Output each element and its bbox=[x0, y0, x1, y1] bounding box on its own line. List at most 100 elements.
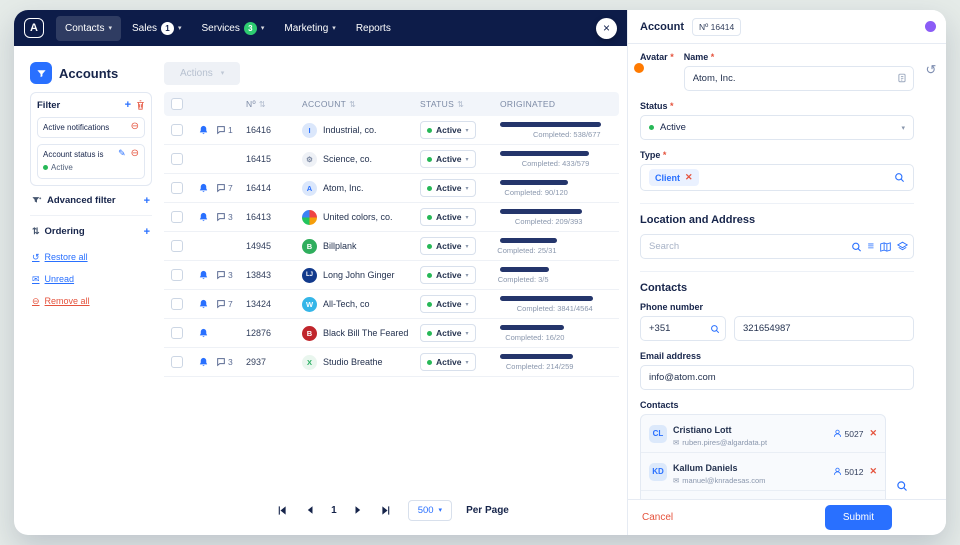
filter-chip-notifications[interactable]: Active notifications ⊖ bbox=[37, 117, 145, 139]
status-dropdown[interactable]: Active ▾ bbox=[420, 353, 476, 371]
contact-row[interactable]: KD Kallum Daniels ✉ manuel@knradesas.com … bbox=[641, 453, 885, 491]
history-undo-icon[interactable]: ↺ bbox=[926, 62, 937, 78]
table-row[interactable]: 16415 ⚙ Science, co. Active ▾ Completed: 4… bbox=[164, 145, 619, 174]
notification-bell-icon[interactable] bbox=[190, 328, 216, 339]
contact-row[interactable]: CL Cristiano Lott ✉ ruben.pires@algardata… bbox=[641, 415, 885, 453]
trash-icon[interactable] bbox=[136, 100, 145, 110]
account-number: 13424 bbox=[246, 299, 272, 309]
chat-count: 1 bbox=[228, 125, 233, 135]
table-row[interactable]: 14945 B Billplank Active ▾ Completed: 25/3… bbox=[164, 232, 619, 261]
remove-contact-icon[interactable]: ✕ bbox=[869, 466, 877, 477]
remove-filter-icon[interactable]: ⊖ bbox=[131, 149, 139, 159]
nav-item-marketing[interactable]: Marketing ▾ bbox=[275, 16, 344, 41]
row-checkbox[interactable] bbox=[171, 124, 183, 136]
chat-icon[interactable]: 7 bbox=[216, 183, 246, 193]
notification-bell-icon[interactable] bbox=[190, 270, 216, 281]
chat-icon[interactable]: 3 bbox=[216, 212, 246, 222]
prev-page-button[interactable] bbox=[303, 503, 317, 517]
chat-icon[interactable]: 1 bbox=[216, 125, 246, 135]
remove-tag-icon[interactable]: ✕ bbox=[685, 172, 693, 183]
panel-side-rail: ↺ bbox=[916, 44, 946, 499]
nav-item-reports[interactable]: Reports bbox=[347, 16, 400, 41]
search-contacts-icon[interactable] bbox=[890, 414, 914, 499]
status-dropdown[interactable]: Active ▾ bbox=[420, 121, 476, 139]
add-advanced-filter-button[interactable]: + bbox=[144, 195, 150, 207]
add-ordering-button[interactable]: + bbox=[144, 226, 150, 238]
submit-button[interactable]: Submit bbox=[824, 505, 892, 530]
user-presence-avatar[interactable] bbox=[925, 21, 936, 32]
notification-bell-icon[interactable] bbox=[190, 212, 216, 223]
row-checkbox[interactable] bbox=[171, 269, 183, 281]
next-page-button[interactable] bbox=[351, 503, 365, 517]
row-checkbox[interactable] bbox=[171, 298, 183, 310]
type-field[interactable]: Client ✕ bbox=[640, 164, 914, 191]
filter-chip-status[interactable]: Account status is Active ✎ ⊖ bbox=[37, 144, 145, 179]
search-icon[interactable] bbox=[851, 241, 862, 252]
status-dropdown[interactable]: Active ▾ bbox=[420, 295, 476, 313]
status-dropdown[interactable]: Active ▾ bbox=[420, 324, 476, 342]
search-icon[interactable] bbox=[894, 172, 905, 183]
name-input[interactable] bbox=[683, 66, 914, 91]
table-row[interactable]: 3 2937 X Studio Breathe Active ▾ Completed… bbox=[164, 348, 619, 377]
unread-link[interactable]: ✉ Unread bbox=[32, 274, 152, 285]
row-checkbox[interactable] bbox=[171, 182, 183, 194]
nav-item-services[interactable]: Services 3 ▾ bbox=[193, 15, 274, 42]
app-logo-icon[interactable]: A bbox=[24, 18, 44, 38]
table-row[interactable]: 7 16414 A Atom, Inc. Active ▾ Completed: 9… bbox=[164, 174, 619, 203]
restore-all-link[interactable]: ↺ Restore all bbox=[32, 252, 152, 263]
status-dropdown[interactable]: Active ▾ bbox=[420, 237, 476, 255]
last-page-button[interactable] bbox=[379, 503, 394, 518]
table-row[interactable]: 3 13843 LJ Long John Ginger Active ▾ Compl… bbox=[164, 261, 619, 290]
table-row[interactable]: 3 16413 United colors, co. Active ▾ Compl… bbox=[164, 203, 619, 232]
row-checkbox[interactable] bbox=[171, 153, 183, 165]
contact-row[interactable]: BJ Barney Juarez ✉anasantos@multialterna… bbox=[641, 491, 885, 499]
per-page-select[interactable]: 500 ▾ bbox=[407, 499, 453, 521]
edit-filter-icon[interactable]: ✎ bbox=[118, 149, 126, 158]
row-checkbox[interactable] bbox=[171, 211, 183, 223]
status-select[interactable]: Active ▾ bbox=[640, 115, 914, 140]
table-row[interactable]: 1 16416 I Industrial, co. Active ▾ Complet… bbox=[164, 116, 619, 145]
sort-icon[interactable]: ⇅ bbox=[349, 100, 356, 109]
sort-icon[interactable]: ⇅ bbox=[259, 100, 266, 109]
row-checkbox[interactable] bbox=[171, 327, 183, 339]
remove-contact-icon[interactable]: ✕ bbox=[869, 428, 877, 439]
nav-item-contacts[interactable]: Contacts ▾ bbox=[56, 15, 121, 41]
select-all-checkbox[interactable] bbox=[171, 98, 183, 110]
status-dropdown[interactable]: Active ▾ bbox=[420, 208, 476, 226]
status-dropdown[interactable]: Active ▾ bbox=[420, 179, 476, 197]
status-dropdown[interactable]: Active ▾ bbox=[420, 150, 476, 168]
nav-label: Reports bbox=[355, 22, 391, 34]
chat-icon[interactable]: 3 bbox=[216, 270, 246, 280]
status-dropdown[interactable]: Active ▾ bbox=[420, 266, 476, 284]
ordering-row[interactable]: ⇅ Ordering + bbox=[30, 214, 152, 240]
row-checkbox[interactable] bbox=[171, 356, 183, 368]
first-page-button[interactable] bbox=[274, 503, 289, 518]
chevron-down-icon: ▾ bbox=[901, 124, 905, 132]
sort-icon[interactable]: ⇅ bbox=[457, 100, 464, 109]
add-filter-button[interactable]: + bbox=[125, 99, 131, 111]
email-input[interactable] bbox=[640, 365, 914, 390]
notification-bell-icon[interactable] bbox=[190, 299, 216, 310]
copy-icon[interactable] bbox=[898, 73, 908, 84]
notification-bell-icon[interactable] bbox=[190, 183, 216, 194]
notification-bell-icon[interactable] bbox=[190, 125, 216, 136]
list-icon[interactable]: ≡ bbox=[868, 241, 874, 252]
notification-bell-icon[interactable] bbox=[190, 357, 216, 368]
table-row[interactable]: 7 13424 W All-Tech, co Active ▾ Completed:… bbox=[164, 290, 619, 319]
cancel-button[interactable]: Cancel bbox=[642, 512, 673, 523]
actions-dropdown[interactable]: Actions ▾ bbox=[164, 61, 241, 85]
current-page[interactable]: 1 bbox=[331, 505, 337, 516]
advanced-filter-row[interactable]: Advanced filter + bbox=[30, 186, 152, 209]
remove-all-link[interactable]: ⊖ Remove all bbox=[32, 296, 152, 307]
table-row[interactable]: 12876 B Black Bill The Feared Active ▾ Com… bbox=[164, 319, 619, 348]
nav-item-sales[interactable]: Sales 1 ▾ bbox=[123, 15, 191, 42]
layers-icon[interactable] bbox=[897, 241, 908, 252]
close-button[interactable]: × bbox=[596, 17, 617, 39]
phone-number-input[interactable] bbox=[734, 316, 914, 341]
map-icon[interactable] bbox=[880, 241, 891, 252]
row-checkbox[interactable] bbox=[171, 240, 183, 252]
chat-icon[interactable]: 7 bbox=[216, 299, 246, 309]
remove-filter-icon[interactable]: ⊖ bbox=[131, 122, 139, 132]
chat-icon[interactable]: 3 bbox=[216, 357, 246, 367]
search-icon[interactable] bbox=[710, 324, 720, 334]
